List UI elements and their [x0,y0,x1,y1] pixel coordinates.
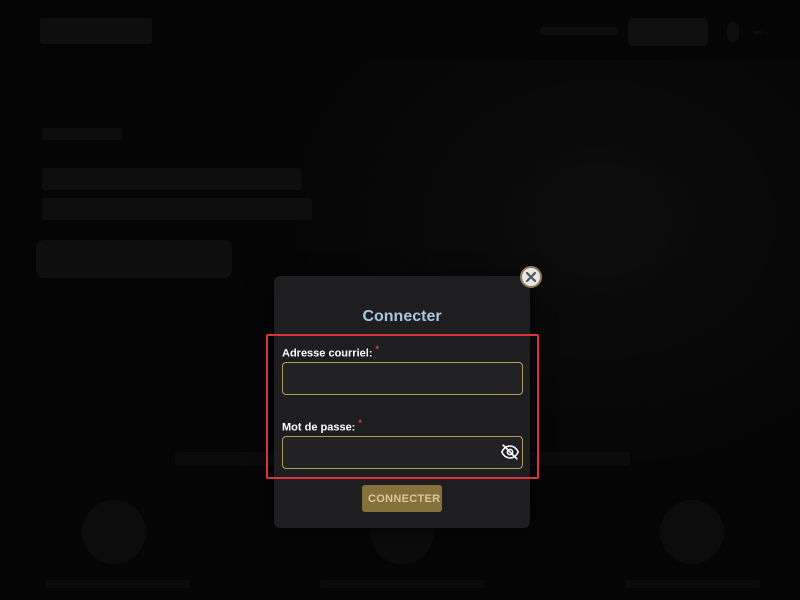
email-label-text: Adresse courriel: [282,347,373,360]
email-field[interactable] [282,362,523,395]
modal-title: Connecter [362,308,442,325]
password-visibility-toggle[interactable] [500,442,520,462]
email-label: Adresse courriel: * [282,344,379,360]
close-icon [525,271,537,283]
password-field[interactable] [282,436,523,469]
required-marker: * [375,344,379,354]
password-label: Mot de passe: * [282,418,362,434]
password-label-text: Mot de passe: [282,421,356,434]
eye-off-icon [501,444,519,460]
submit-button[interactable]: CONNECTER [362,485,442,512]
required-marker: * [358,418,362,428]
close-button[interactable] [520,266,542,288]
